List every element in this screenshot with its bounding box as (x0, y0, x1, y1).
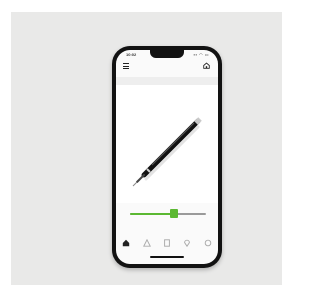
status-icons: ▪▪ ◠ ▭ (193, 52, 209, 57)
phone-screen: 10:02 ▪▪ ◠ ▭ (116, 50, 218, 264)
tab-shapes[interactable] (142, 239, 151, 247)
document-icon (164, 239, 170, 247)
slider-thumb[interactable] (170, 209, 179, 218)
tab-location[interactable] (183, 239, 191, 247)
home-icon (122, 239, 130, 247)
home-indicator (150, 256, 184, 258)
tab-documents[interactable] (163, 239, 171, 247)
header-divider (116, 77, 218, 85)
home-outline-icon[interactable] (203, 62, 210, 69)
tab-settings[interactable] (204, 239, 212, 247)
slider-fill (130, 213, 175, 215)
hamburger-menu-icon[interactable] (123, 63, 129, 69)
status-time: 10:02 (126, 52, 137, 57)
tab-bar (116, 236, 218, 250)
stylus-pen-illustration (132, 117, 202, 187)
model-viewer[interactable] (116, 85, 218, 203)
app-header (116, 60, 218, 74)
phone-frame: 10:02 ▪▪ ◠ ▭ (112, 46, 222, 268)
circle-icon (204, 239, 212, 247)
notch (150, 50, 184, 58)
tab-home[interactable] (122, 239, 130, 247)
zoom-slider[interactable] (130, 209, 206, 219)
location-pin-icon (184, 239, 191, 247)
triangle-icon (142, 239, 151, 247)
